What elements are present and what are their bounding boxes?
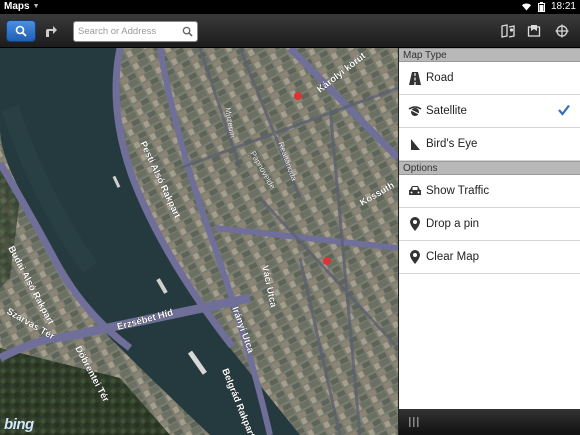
menu-item-show-traffic[interactable]: Show Traffic: [399, 175, 580, 208]
dropdown-caret-icon: ▼: [32, 3, 40, 10]
section-header-map-type: Map Type: [399, 48, 580, 62]
battery-icon: [537, 1, 545, 12]
directions-icon: [46, 26, 57, 37]
map-canvas[interactable]: Károlyi körút Pesti Alsó Rakpart Budai A…: [0, 48, 398, 435]
menu-item-road[interactable]: Road: [399, 62, 580, 95]
status-bar: Maps ▼ 18:21: [0, 0, 580, 14]
birds-eye-icon: [408, 137, 422, 151]
menu-item-drop-pin[interactable]: Drop a pin: [399, 208, 580, 241]
drag-handle-icon[interactable]: [409, 417, 419, 427]
bookmarks-icon: [527, 25, 541, 37]
directions-button[interactable]: [40, 20, 62, 42]
map-options-panel: Map Type Road Satellite Bird's Eye Optio…: [398, 48, 580, 435]
section-header-options: Options: [399, 161, 580, 175]
search-icon: [15, 25, 27, 37]
metro-marker: [294, 92, 302, 100]
search-icon: [182, 26, 193, 37]
menu-item-label: Road: [426, 72, 454, 84]
menu-item-satellite[interactable]: Satellite: [399, 95, 580, 128]
menu-item-label: Bird's Eye: [426, 138, 478, 150]
car-icon: [408, 184, 422, 198]
search-input[interactable]: [78, 26, 178, 37]
panel-footer: [399, 409, 580, 435]
menu-item-label: Clear Map: [426, 251, 480, 263]
metro-marker: [323, 257, 331, 265]
app-menu[interactable]: Maps ▼: [4, 1, 40, 12]
satellite-icon: [408, 104, 422, 118]
locate-icon: [555, 24, 569, 38]
layers-icon: [501, 24, 515, 38]
pin-icon: [408, 217, 422, 231]
bookmarks-button[interactable]: [522, 20, 546, 42]
pin-icon: [408, 250, 422, 264]
satellite-map[interactable]: Károlyi körút Pesti Alsó Rakpart Budai A…: [0, 48, 398, 435]
bing-logo: bing: [4, 416, 34, 433]
checkmark-icon: [558, 104, 570, 119]
menu-item-label: Drop a pin: [426, 218, 480, 230]
toolbar: [0, 14, 580, 48]
menu-item-clear-map[interactable]: Clear Map: [399, 241, 580, 274]
app-name: Maps: [4, 1, 30, 12]
layers-button[interactable]: [496, 20, 520, 42]
menu-item-label: Show Traffic: [426, 185, 490, 197]
menu-item-label: Satellite: [426, 105, 467, 117]
road-icon: [408, 71, 422, 85]
clock: 18:21: [550, 1, 576, 12]
locate-button[interactable]: [550, 20, 574, 42]
menu-item-birds-eye[interactable]: Bird's Eye: [399, 128, 580, 161]
search-field[interactable]: [73, 21, 198, 42]
wifi-icon: [521, 2, 532, 11]
search-button[interactable]: [6, 20, 36, 42]
